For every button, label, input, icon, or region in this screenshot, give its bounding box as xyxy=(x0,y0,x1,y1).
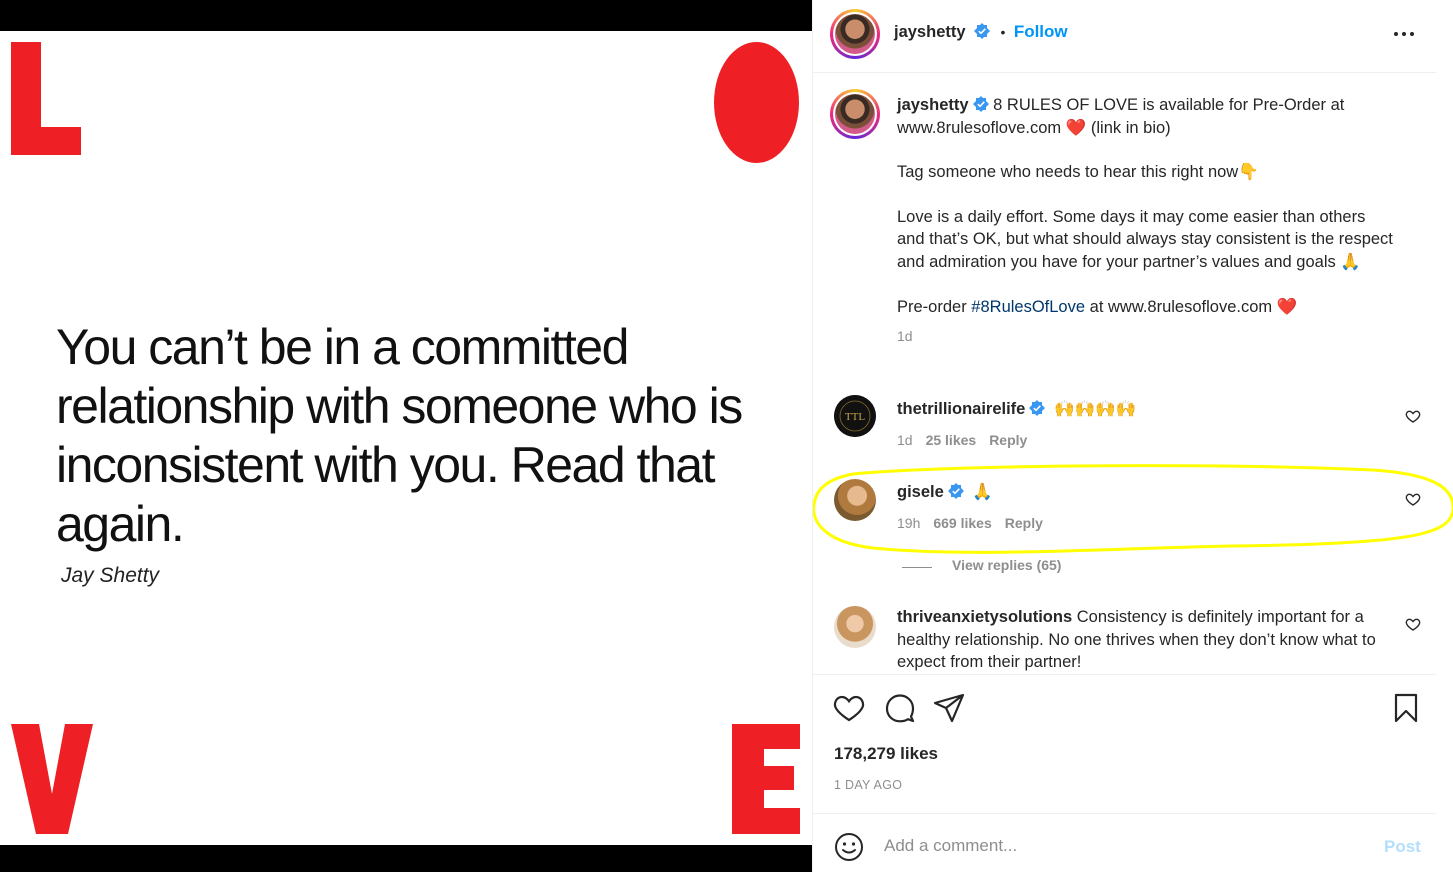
comment-meta: 1d 25 likes Reply xyxy=(897,432,1040,448)
quote-text: You can’t be in a committed relationship… xyxy=(56,319,743,552)
svg-text:TTL: TTL xyxy=(845,411,865,423)
comment-row: thetrillionairelife 🙌🙌🙌🙌 xyxy=(897,398,1136,421)
comment-likes[interactable]: 669 likes xyxy=(933,515,991,531)
follow-button[interactable]: Follow xyxy=(1014,22,1068,41)
commenter-avatar[interactable] xyxy=(834,606,876,648)
caption-line4-prefix: Pre-order xyxy=(897,297,967,316)
comment-likes[interactable]: 25 likes xyxy=(926,432,977,448)
comment-input[interactable] xyxy=(884,833,1364,859)
letter-e-shape xyxy=(732,724,800,834)
comment-row: thriveanxietysolutions Consistency is de… xyxy=(897,606,1389,674)
commenter-avatar[interactable] xyxy=(834,479,876,521)
comment-text: 🙏 xyxy=(972,483,993,501)
emoji-smiley-icon[interactable] xyxy=(834,832,864,862)
comment-time[interactable]: 1d xyxy=(897,432,913,448)
reply-button[interactable]: Reply xyxy=(1005,515,1043,531)
author-avatar[interactable] xyxy=(830,9,880,59)
comments-list[interactable]: jayshetty 8 RULES OF LOVE is available f… xyxy=(813,74,1436,674)
hashtag-link[interactable]: #8RulesOfLove xyxy=(971,298,1085,316)
post-comment-button[interactable]: Post xyxy=(1384,837,1421,857)
quote-author: Jay Shetty xyxy=(61,564,160,587)
like-heart-icon[interactable] xyxy=(833,692,865,724)
caption-avatar[interactable] xyxy=(830,89,880,139)
caption-line2: Tag someone who needs to hear this right… xyxy=(897,163,1259,182)
save-bookmark-icon[interactable] xyxy=(1390,692,1422,724)
ttl-logo-icon: TTL xyxy=(834,395,876,437)
letterbox-bar-top xyxy=(0,0,812,31)
caption-time[interactable]: 1d xyxy=(897,325,1397,348)
comment-meta: 19h 669 likes Reply xyxy=(897,515,1056,531)
verified-badge-icon xyxy=(1029,400,1046,416)
caption-username[interactable]: jayshetty xyxy=(897,96,969,114)
separator-dot: • xyxy=(1000,24,1006,40)
letter-o-shape xyxy=(714,42,799,163)
letter-v-shape xyxy=(11,724,93,834)
like-comment-heart-icon[interactable] xyxy=(1405,408,1421,424)
caption-link-2: www.8rulesoflove.com xyxy=(1108,297,1273,316)
caption-line1: 8 RULES OF LOVE is available for Pre-Ord… xyxy=(993,96,1345,114)
comment-username[interactable]: gisele xyxy=(897,483,944,501)
letterbox-bar-bottom xyxy=(0,845,812,872)
comment-time[interactable]: 19h xyxy=(897,515,920,531)
post-timestamp[interactable]: 1 DAY AGO xyxy=(834,778,902,792)
author-username[interactable]: jayshetty xyxy=(894,23,966,41)
like-comment-heart-icon[interactable] xyxy=(1405,616,1421,632)
comment-text: 🙌🙌🙌🙌 xyxy=(1053,400,1137,418)
caption-line4-mid: at xyxy=(1089,297,1104,316)
post-actions: 178,279 likes 1 DAY AGO xyxy=(813,674,1436,814)
caption-link-1: www.8rulesoflove.com xyxy=(897,118,1062,137)
comment-username[interactable]: thriveanxietysolutions xyxy=(897,608,1072,626)
like-comment-heart-icon[interactable] xyxy=(1405,491,1421,507)
reply-button[interactable]: Reply xyxy=(989,432,1027,448)
comment-username[interactable]: thetrillionairelife xyxy=(897,400,1025,418)
add-comment-bar: Post xyxy=(813,815,1436,872)
heart-emoji: ❤️ xyxy=(1065,118,1087,137)
verified-badge-icon xyxy=(974,23,990,39)
letter-l-shape xyxy=(11,42,81,155)
comment-row: gisele 🙏 xyxy=(897,481,993,504)
caption: jayshetty 8 RULES OF LOVE is available f… xyxy=(897,94,1397,348)
caption-link-note: (link in bio) xyxy=(1090,118,1171,137)
heart-emoji: ❤️ xyxy=(1276,297,1298,316)
verified-badge-icon xyxy=(947,483,964,499)
share-send-icon[interactable] xyxy=(933,692,965,724)
likes-count[interactable]: 178,279 likes xyxy=(834,744,938,764)
post-sidebar: jayshetty • Follow jayshetty 8 RULES OF … xyxy=(812,0,1453,872)
comment-bubble-icon[interactable] xyxy=(884,692,916,724)
post-header: jayshetty • Follow xyxy=(813,0,1436,73)
replies-divider xyxy=(902,567,932,568)
commenter-avatar[interactable]: TTL xyxy=(834,395,876,437)
post-image[interactable]: You can’t be in a committed relationship… xyxy=(0,0,812,872)
view-replies-button[interactable]: View replies (65) xyxy=(952,557,1061,573)
more-options-icon[interactable] xyxy=(1391,24,1417,44)
verified-badge-icon xyxy=(972,96,989,112)
caption-line3: Love is a daily effort. Some days it may… xyxy=(897,207,1393,271)
